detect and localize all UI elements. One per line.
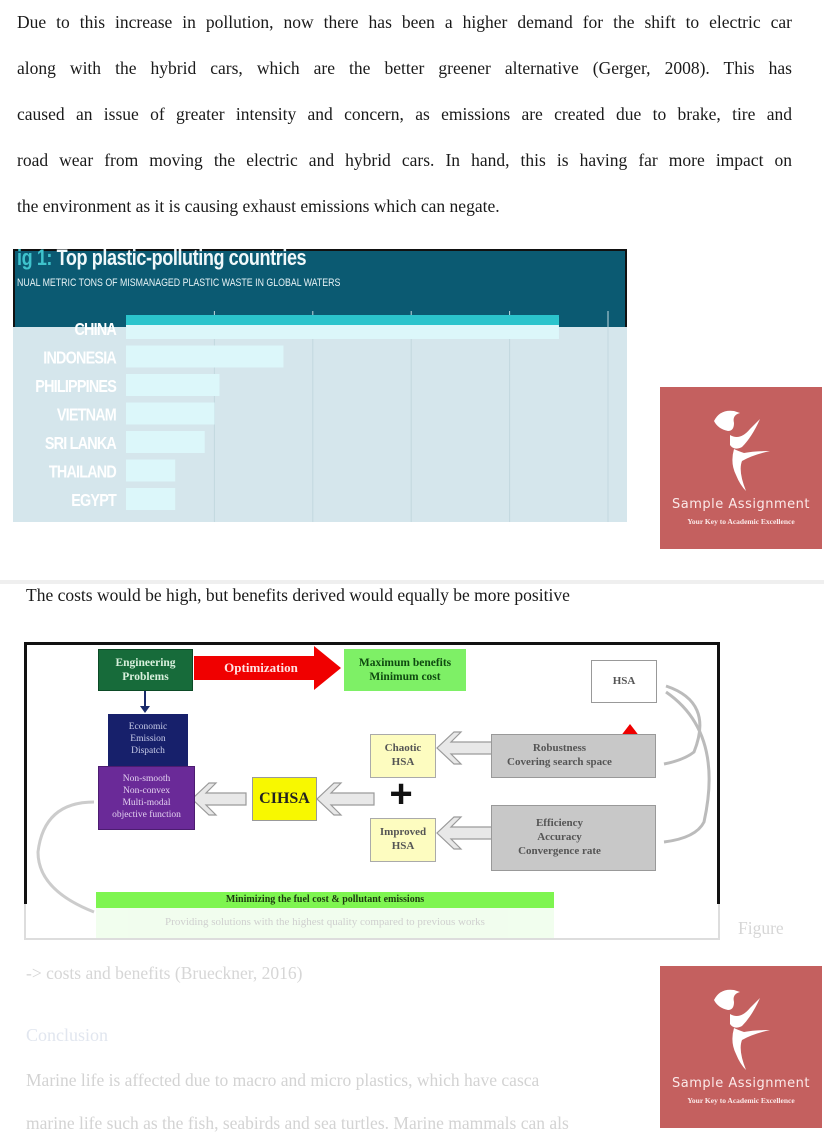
- paragraph-line: Due to this increase in pollution, now t…: [17, 12, 792, 32]
- hsa-box: HSA: [591, 660, 657, 703]
- chart-category-label: PHILIPPINES: [35, 377, 117, 397]
- chart-category-label: VIETNAM: [57, 405, 116, 425]
- chart-bar: [126, 402, 215, 425]
- economic-dispatch-box: Economic Emission Dispatch: [108, 714, 188, 766]
- chart-bar: [126, 431, 205, 453]
- arrow-left-icon: [436, 731, 495, 765]
- curved-arrow: [36, 800, 95, 914]
- arrow-left-icon: [316, 782, 375, 816]
- plastic-pollution-chart: ig 1: Top plastic-polluting countries NU…: [13, 249, 627, 522]
- down-arrow-head: [140, 706, 150, 713]
- chart-bar: [126, 459, 176, 482]
- efficiency-box: Efficiency Accuracy Convergence rate: [491, 805, 656, 871]
- intro-paragraph: Due to this increase in pollution, now t…: [17, 0, 792, 229]
- chart-category-label: EGYPT: [71, 491, 117, 511]
- arrow-left-icon: [191, 782, 247, 816]
- sample-assignment-logo: Sample Assignment Your Key to Academic E…: [660, 387, 822, 549]
- dancer-figure-icon: [714, 410, 770, 491]
- chart-category-label: INDONESIA: [43, 348, 117, 368]
- logo-name: Sample Assignment: [672, 1076, 810, 1091]
- chart-category-label: THAILAND: [49, 462, 117, 482]
- chart-plot-area: CHINA INDONESIA PHILIPPINES VIETNAM SRI LANK…: [35, 311, 609, 522]
- figure-caption: -> costs and benefits (Brueckner, 2016): [26, 963, 303, 983]
- max-benefits-box: Maximum benefits Minimum cost: [344, 649, 466, 691]
- objective-function-box: Non-smooth Non-convex Multi-modal object…: [98, 766, 195, 830]
- logo-name: Sample Assignment: [672, 497, 810, 512]
- dancer-figure-icon: [714, 989, 770, 1070]
- figure-caption-word: Figure: [738, 918, 784, 938]
- improved-hsa-box: Improved HSA: [370, 818, 436, 862]
- chart-category-label: CHINA: [74, 320, 117, 340]
- curved-arrow: [663, 684, 702, 766]
- robustness-box: Robustness Covering search space: [491, 734, 656, 778]
- paragraph-line: the environment as it is causing exhaust…: [17, 196, 500, 216]
- engineering-problems-box: Engineering Problems: [98, 649, 193, 691]
- chaotic-hsa-box: Chaotic HSA: [370, 734, 436, 778]
- conclusion-heading: Conclusion: [26, 1025, 109, 1045]
- paragraph-line: caused an issue of greater intensity and…: [17, 104, 792, 124]
- chart-bar: [126, 488, 176, 510]
- paragraph-line: road wear from moving the electric and h…: [17, 150, 792, 170]
- paragraph-line: along with the hybrid cars, which are th…: [17, 58, 792, 78]
- page-divider: [0, 580, 824, 584]
- logo-tagline: Your Key to Academic Excellence: [687, 1096, 795, 1105]
- curved-arrow: [663, 690, 711, 844]
- chart-bar: [126, 374, 220, 396]
- arrow-left-icon: [436, 816, 495, 850]
- plus-icon: +: [389, 772, 413, 816]
- conclusion-line: Marine life is affected due to macro and…: [26, 1070, 540, 1090]
- chart-bar-highlight: [126, 315, 559, 325]
- logo-tagline: Your Key to Academic Excellence: [687, 517, 795, 526]
- cihsa-diagram: Engineering Problems Optimization Maximu…: [24, 642, 720, 940]
- diagram-faded-frame: [24, 904, 720, 940]
- chart-bar: [126, 345, 284, 368]
- optimization-label: Optimization: [224, 659, 298, 675]
- cost-sentence: The costs would be high, but benefits de…: [26, 585, 570, 605]
- cihsa-box: CIHSA: [252, 777, 317, 821]
- chart-category-label: SRI LANKA: [45, 434, 117, 454]
- sample-assignment-logo: Sample Assignment Your Key to Academic E…: [660, 966, 822, 1128]
